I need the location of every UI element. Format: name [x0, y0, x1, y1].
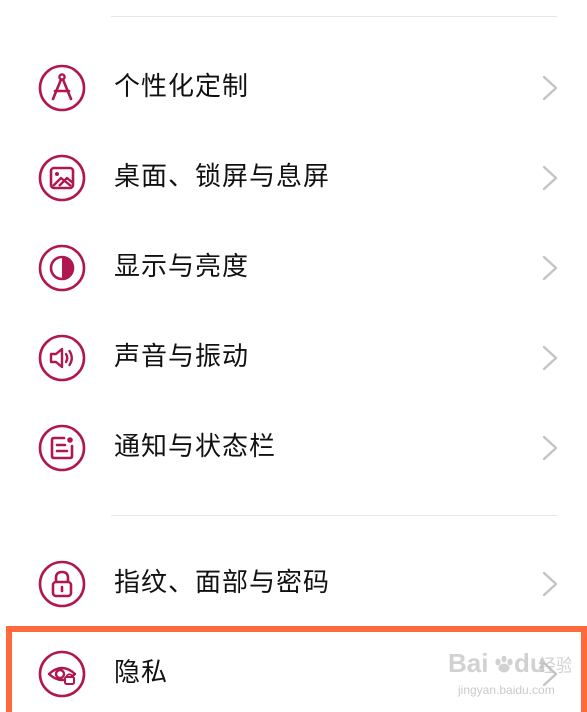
- watermark-cn: 经验: [538, 656, 571, 677]
- contrast-icon: [38, 244, 86, 292]
- settings-item-sound-vibration[interactable]: 声音与振动: [0, 312, 587, 402]
- settings-item-label: 个性化定制: [114, 72, 250, 102]
- watermark-brand: Bai: [448, 648, 488, 678]
- wallpaper-icon: [38, 154, 86, 202]
- settings-item-desktop-lockscreen[interactable]: 桌面、锁屏与息屏: [0, 132, 587, 222]
- chevron-right-icon: [538, 345, 562, 371]
- settings-item-label: 声音与振动: [114, 342, 250, 372]
- paw-icon: [495, 655, 513, 673]
- speaker-icon: [38, 334, 86, 382]
- chevron-right-icon: [538, 435, 562, 461]
- watermark-url: jingyan.baidu.com: [457, 683, 555, 697]
- settings-screen: 个性化定制 桌面、锁屏与息屏 显示与亮度 声音与振动 通知与状态栏 指纹、面部与…: [0, 0, 587, 712]
- settings-item-label: 显示与亮度: [114, 252, 250, 282]
- lock-icon: [38, 560, 86, 608]
- top-divider: [111, 16, 557, 17]
- settings-item-fingerprint-face-password[interactable]: 指纹、面部与密码: [0, 538, 587, 628]
- chevron-right-icon: [538, 165, 562, 191]
- chevron-right-icon: [538, 571, 562, 597]
- chevron-right-icon: [538, 75, 562, 101]
- settings-item-display-brightness[interactable]: 显示与亮度: [0, 222, 587, 312]
- chevron-right-icon: [538, 255, 562, 281]
- compass-icon: [38, 64, 86, 112]
- settings-item-notification-statusbar[interactable]: 通知与状态栏: [0, 402, 587, 492]
- settings-item-label: 指纹、面部与密码: [114, 568, 331, 598]
- notification-icon: [38, 424, 86, 472]
- section-divider: [111, 515, 557, 516]
- settings-item-label: 通知与状态栏: [114, 432, 277, 462]
- baidu-watermark: Bai du 经验 jingyan.baidu.com: [446, 640, 571, 702]
- settings-item-label: 桌面、锁屏与息屏: [114, 162, 331, 192]
- settings-item-personalization[interactable]: 个性化定制: [0, 42, 587, 132]
